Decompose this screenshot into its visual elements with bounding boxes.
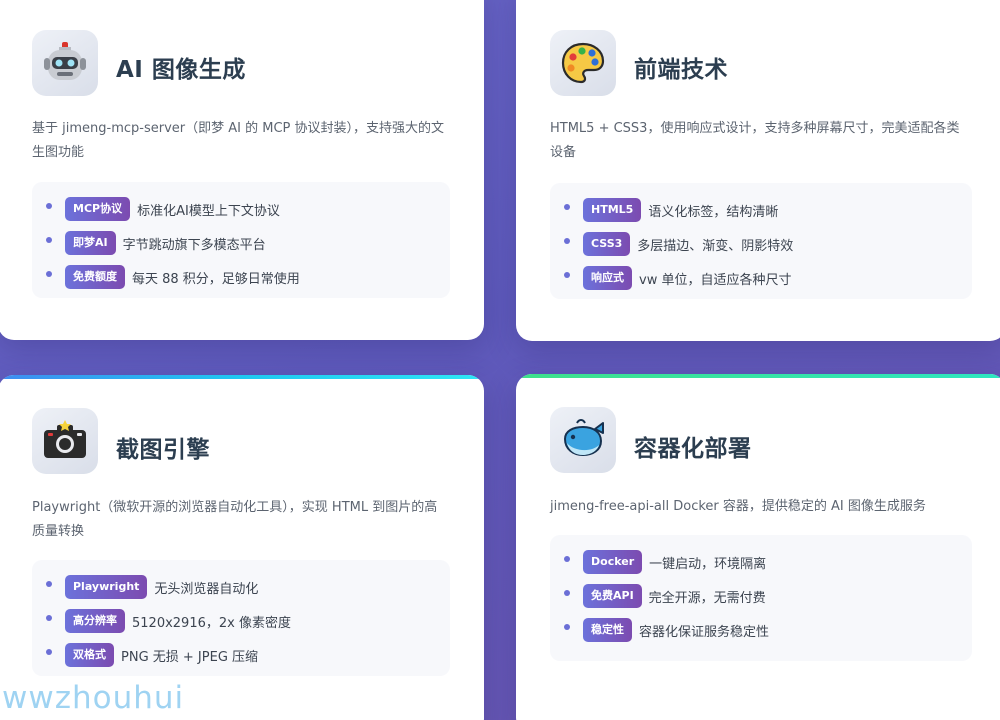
feature-badge: 稳定性 xyxy=(583,618,632,642)
feature-badge: 响应式 xyxy=(583,266,632,290)
feature-card-screenshot-engine: 截图引擎 Playwright（微软开源的浏览器自动化工具），实现 HTML 到… xyxy=(0,375,484,720)
feature-text: 字节跳动旗下多模态平台 xyxy=(122,237,266,253)
whale-icon xyxy=(550,407,616,473)
feature-text: 无头浏览器自动化 xyxy=(154,581,259,597)
feature-text: PNG 无损 + JPEG 压缩 xyxy=(121,649,259,665)
feature-card-ai-image: AI 图像生成 基于 jimeng-mcp-server（即梦 AI 的 MCP… xyxy=(0,0,484,340)
feature-text: 5120x2916，2x 像素密度 xyxy=(132,615,291,631)
list-item: MCP协议 标准化AI模型上下文协议 xyxy=(46,196,434,222)
watermark-text: wwzhouhui xyxy=(2,680,185,716)
feature-badge: MCP协议 xyxy=(65,197,131,221)
card-description: HTML5 + CSS3，使用响应式设计，支持多种屏幕尺寸，完美适配各类设备 xyxy=(550,121,960,160)
card-title: 前端技术 xyxy=(634,57,728,83)
feature-text: 多层描边、渐变、阴影特效 xyxy=(637,238,794,254)
list-item: HTML5 语义化标签，结构清晰 xyxy=(564,197,956,223)
card-description: jimeng-free-api-all Docker 容器，提供稳定的 AI 图… xyxy=(550,499,926,514)
list-item: Docker 一键启动，环境隔离 xyxy=(564,549,956,575)
card-accent-bar xyxy=(516,374,1000,378)
feature-badge: Playwright xyxy=(65,575,148,599)
feature-text: 完全开源，无需付费 xyxy=(648,590,766,606)
bullet-dot xyxy=(564,556,570,562)
bullet-dot xyxy=(46,615,52,621)
list-item: 稳定性 容器化保证服务稳定性 xyxy=(564,617,956,643)
list-item: 免费额度 每天 88 积分，足够日常使用 xyxy=(46,264,434,290)
bullet-dot xyxy=(564,238,570,244)
list-item: Playwright 无头浏览器自动化 xyxy=(46,574,434,600)
feature-text: 每天 88 积分，足够日常使用 xyxy=(132,271,300,287)
feature-badge: CSS3 xyxy=(583,232,631,256)
list-item: CSS3 多层描边、渐变、阴影特效 xyxy=(564,231,956,257)
feature-badge: 即梦AI xyxy=(65,231,116,255)
robot-icon xyxy=(32,30,98,96)
feature-list: MCP协议 标准化AI模型上下文协议 即梦AI 字节跳动旗下多模态平台 免费额度… xyxy=(32,182,450,298)
bullet-dot xyxy=(46,271,52,277)
feature-badge: HTML5 xyxy=(583,198,642,222)
feature-list: HTML5 语义化标签，结构清晰 CSS3 多层描边、渐变、阴影特效 响应式 v… xyxy=(550,183,972,299)
card-title: 容器化部署 xyxy=(634,436,752,462)
feature-list: Playwright 无头浏览器自动化 高分辨率 5120x2916，2x 像素… xyxy=(32,560,450,676)
feature-badge: 免费API xyxy=(583,584,642,608)
feature-badge: 高分辨率 xyxy=(65,609,125,633)
card-accent-bar xyxy=(0,375,484,379)
bullet-dot xyxy=(564,624,570,630)
card-description: 基于 jimeng-mcp-server（即梦 AI 的 MCP 协议封装），支… xyxy=(32,121,444,160)
feature-text: 语义化标签，结构清晰 xyxy=(648,204,779,220)
list-item: 双格式 PNG 无损 + JPEG 压缩 xyxy=(46,642,434,668)
list-item: 即梦AI 字节跳动旗下多模态平台 xyxy=(46,230,434,256)
feature-text: 容器化保证服务稳定性 xyxy=(639,624,770,640)
feature-badge: Docker xyxy=(583,550,643,574)
bullet-dot xyxy=(564,204,570,210)
feature-badge: 双格式 xyxy=(65,643,114,667)
feature-list: Docker 一键启动，环境隔离 免费API 完全开源，无需付费 稳定性 容器化… xyxy=(550,535,972,661)
card-title: 截图引擎 xyxy=(116,437,210,463)
palette-icon xyxy=(550,30,616,96)
bullet-dot xyxy=(564,272,570,278)
feature-badge: 免费额度 xyxy=(65,265,125,289)
card-description: Playwright（微软开源的浏览器自动化工具），实现 HTML 到图片的高质… xyxy=(32,500,438,539)
bullet-dot xyxy=(46,237,52,243)
bullet-dot xyxy=(46,203,52,209)
list-item: 高分辨率 5120x2916，2x 像素密度 xyxy=(46,608,434,634)
feature-text: 标准化AI模型上下文协议 xyxy=(137,203,280,219)
bullet-dot xyxy=(564,590,570,596)
feature-card-container-deploy: 容器化部署 jimeng-free-api-all Docker 容器，提供稳定… xyxy=(516,374,1000,720)
feature-card-frontend: 前端技术 HTML5 + CSS3，使用响应式设计，支持多种屏幕尺寸，完美适配各… xyxy=(516,0,1000,341)
list-item: 免费API 完全开源，无需付费 xyxy=(564,583,956,609)
card-title: AI 图像生成 xyxy=(116,57,246,83)
bullet-dot xyxy=(46,649,52,655)
feature-text: 一键启动，环境隔离 xyxy=(649,556,767,572)
camera-icon xyxy=(32,408,98,474)
list-item: 响应式 vw 单位，自适应各种尺寸 xyxy=(564,265,956,291)
bullet-dot xyxy=(46,581,52,587)
feature-text: vw 单位，自适应各种尺寸 xyxy=(639,272,792,288)
